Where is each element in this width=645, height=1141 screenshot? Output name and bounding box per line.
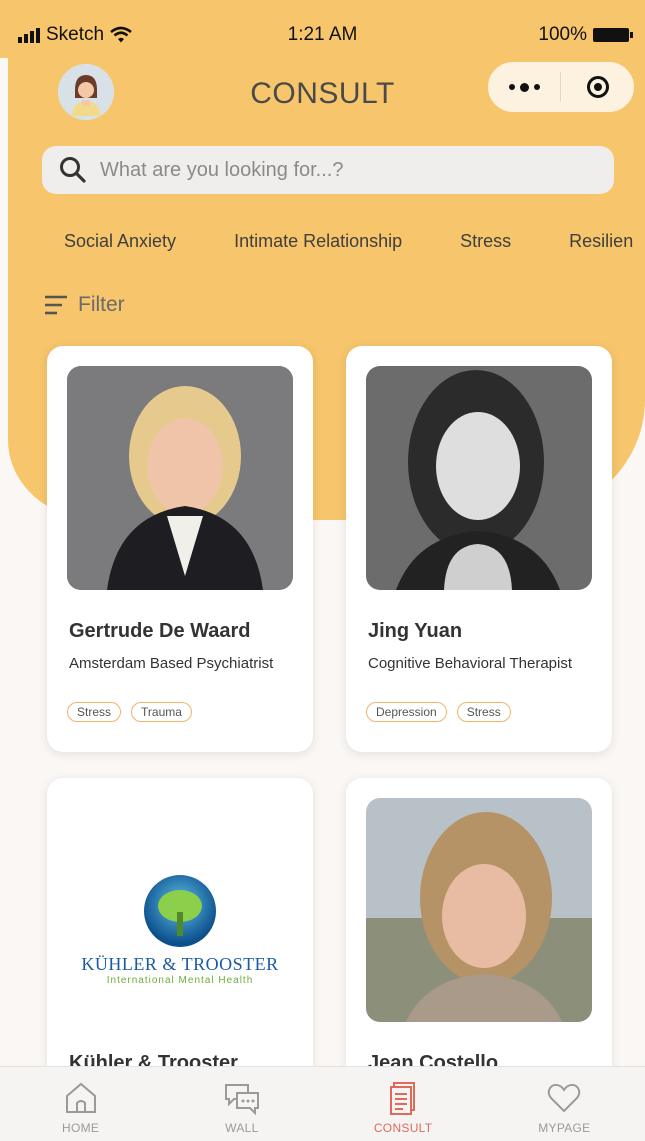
tab-bar: HOME WALL CONSULT MYPAGE xyxy=(0,1066,645,1141)
portrait-image xyxy=(366,798,592,1022)
category-resilience[interactable]: Resilien xyxy=(569,231,633,255)
tab-label: WALL xyxy=(225,1121,259,1135)
consultant-name: Gertrude De Waard xyxy=(69,620,251,642)
tab-consult[interactable]: CONSULT xyxy=(323,1067,484,1141)
filter-label: Filter xyxy=(78,293,125,316)
search-icon xyxy=(60,157,86,183)
mini-program-capsule xyxy=(488,62,634,112)
document-icon xyxy=(390,1082,416,1115)
home-icon xyxy=(65,1082,96,1113)
portrait-image xyxy=(366,366,592,590)
status-bar: Sketch 1:21 AM 100% xyxy=(0,0,645,58)
tree-logo-icon xyxy=(144,875,216,947)
tag[interactable]: Stress xyxy=(67,702,122,722)
heart-icon xyxy=(548,1083,581,1113)
category-stress[interactable]: Stress xyxy=(460,231,511,255)
logo-text: KÜHLER & TROOSTER xyxy=(81,954,279,974)
tab-label: HOME xyxy=(62,1121,100,1135)
tab-mypage[interactable]: MYPAGE xyxy=(484,1067,645,1141)
logo-subtext: International Mental Health xyxy=(106,975,254,986)
tag[interactable]: Stress xyxy=(456,702,511,722)
search-bar[interactable] xyxy=(42,146,614,194)
consultant-card[interactable]: Jean Costello xyxy=(346,778,612,1108)
tag[interactable]: Trauma xyxy=(131,702,192,722)
consultant-name: Jing Yuan xyxy=(368,620,463,642)
filter-button[interactable]: Filter xyxy=(44,293,125,317)
category-social-anxiety[interactable]: Social Anxiety xyxy=(64,231,176,255)
battery-label: 100% xyxy=(538,24,587,45)
category-intimate-relationship[interactable]: Intimate Relationship xyxy=(234,231,402,255)
consultant-photo xyxy=(366,366,592,590)
consultant-photo xyxy=(67,366,293,590)
consultant-card[interactable]: Jing Yuan Cognitive Behavioral Therapist… xyxy=(346,346,612,752)
filter-icon xyxy=(45,295,67,315)
consultant-photo xyxy=(366,798,592,1022)
tag[interactable]: Depression xyxy=(366,702,447,722)
more-icon xyxy=(508,82,540,92)
portrait-image xyxy=(67,366,293,590)
close-button[interactable] xyxy=(561,62,634,112)
consultant-card[interactable]: Gertrude De Waard Amsterdam Based Psychi… xyxy=(47,346,313,752)
category-tabs: Social Anxiety Intimate Relationship Str… xyxy=(64,231,645,255)
consultant-tags: Stress Trauma xyxy=(67,702,192,722)
tab-label: CONSULT xyxy=(373,1121,433,1135)
battery: 100% xyxy=(538,24,633,46)
search-input[interactable] xyxy=(98,157,582,183)
consultant-card[interactable]: KÜHLER & TROOSTER International Mental H… xyxy=(47,778,313,1108)
tab-home[interactable]: HOME xyxy=(0,1067,161,1141)
consultant-logo: KÜHLER & TROOSTER International Mental H… xyxy=(67,798,293,1022)
tab-wall[interactable]: WALL xyxy=(161,1067,322,1141)
consultant-role: Amsterdam Based Psychiatrist xyxy=(69,655,274,672)
more-button[interactable] xyxy=(488,62,560,112)
target-icon xyxy=(586,76,609,98)
consultant-role: Cognitive Behavioral Therapist xyxy=(368,655,573,672)
tab-label: MYPAGE xyxy=(538,1121,591,1135)
battery-icon xyxy=(593,28,633,42)
consultant-tags: Depression Stress xyxy=(366,702,511,722)
chat-icon xyxy=(224,1084,259,1116)
